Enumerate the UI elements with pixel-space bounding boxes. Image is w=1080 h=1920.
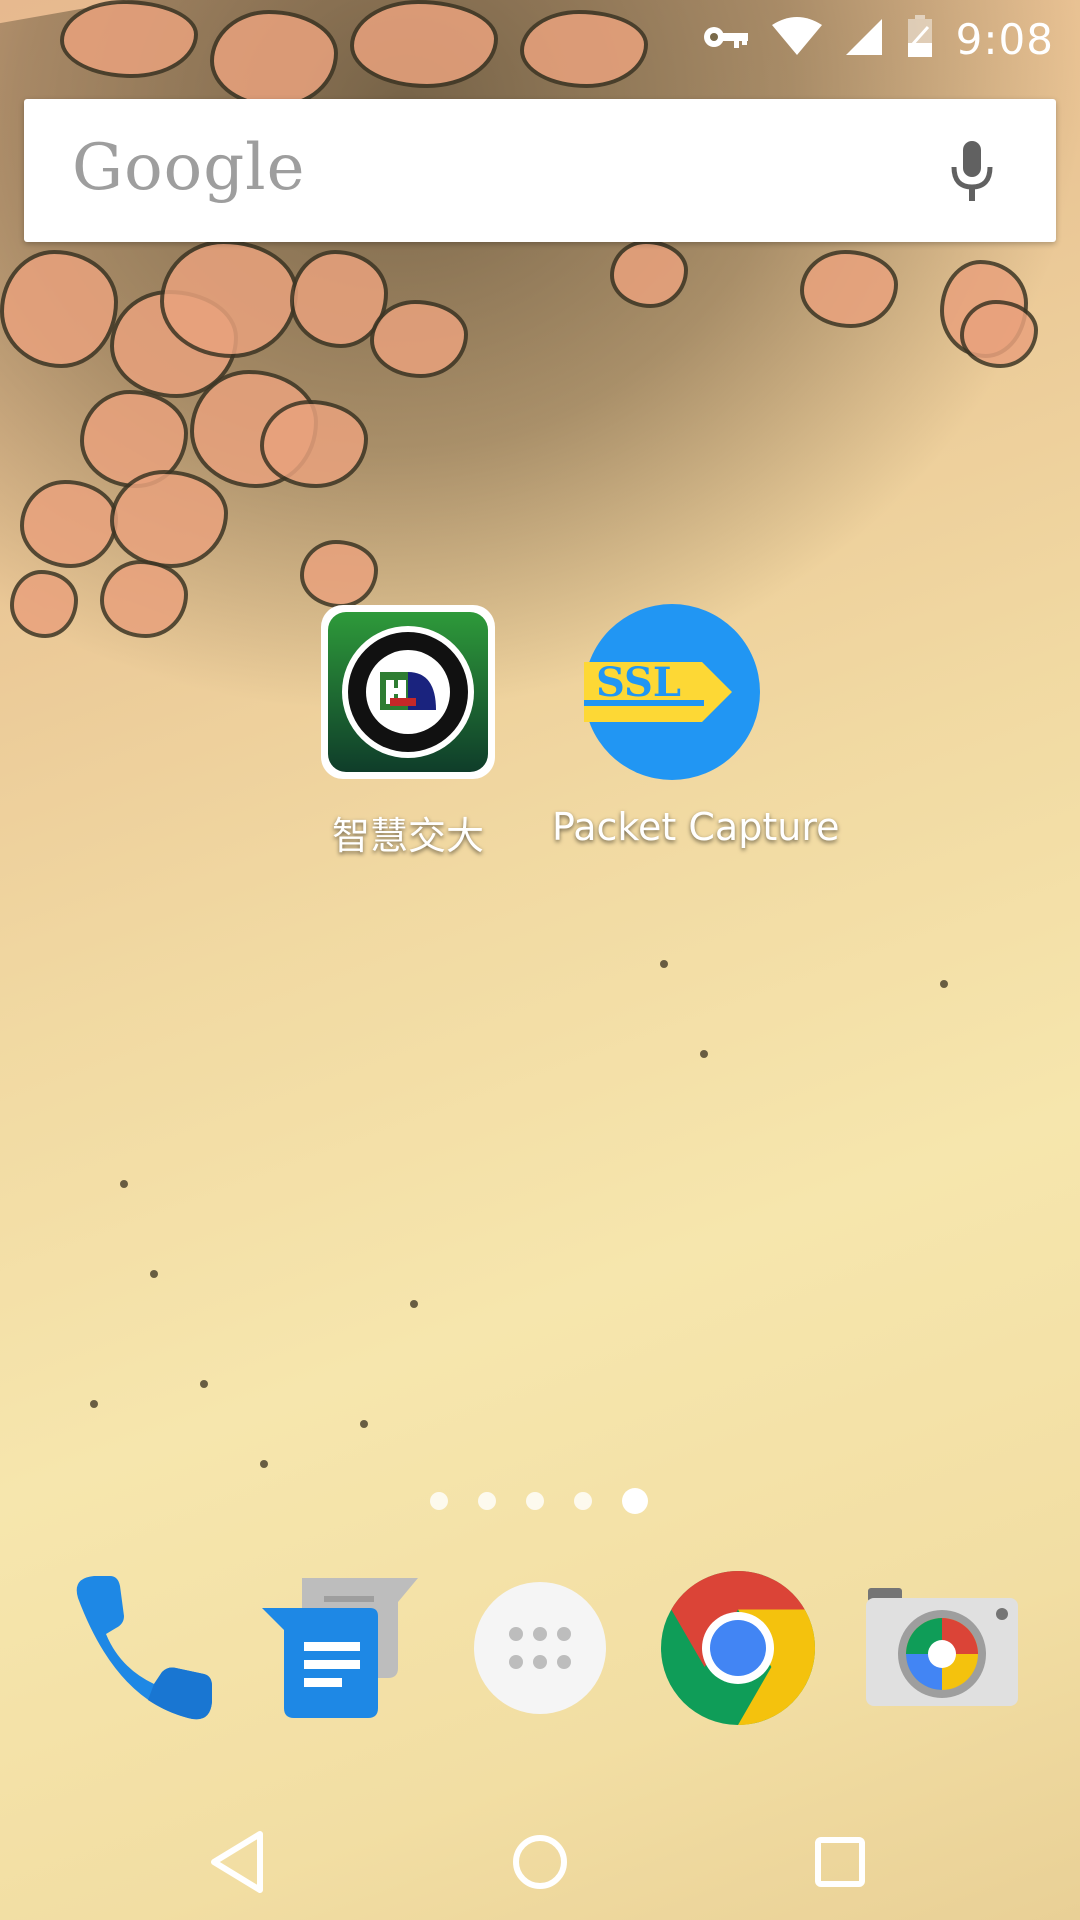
page-dot[interactable] <box>478 1492 496 1510</box>
wifi-icon <box>771 16 822 62</box>
google-search-bar[interactable]: Google <box>24 99 1056 242</box>
dock-app-drawer-button[interactable] <box>460 1568 620 1728</box>
dock-messages-button[interactable] <box>258 1568 418 1728</box>
app-label: 智慧交大 <box>331 814 484 858</box>
ssl-packet-capture-icon: SSL <box>552 602 792 787</box>
wallpaper-speck <box>90 1400 98 1408</box>
back-icon[interactable] <box>200 1822 280 1902</box>
wallpaper-speck <box>660 960 668 968</box>
page-dot-active[interactable] <box>622 1488 648 1514</box>
wallpaper-speck <box>940 980 948 988</box>
app-label: Packet Capture <box>552 805 840 849</box>
page-indicator <box>430 1488 648 1514</box>
page-dot[interactable] <box>526 1492 544 1510</box>
navigation-bar <box>0 1800 1080 1920</box>
dock-phone-button[interactable] <box>58 1568 218 1728</box>
page-dot[interactable] <box>430 1492 448 1510</box>
camera-icon <box>862 1588 1022 1732</box>
wallpaper-speck <box>700 1050 708 1058</box>
wallpaper-speck <box>200 1380 208 1388</box>
wallpaper-speck <box>410 1300 418 1308</box>
phone-icon <box>58 1576 218 1732</box>
dock-camera-button[interactable] <box>862 1568 1022 1728</box>
svg-text:SSL: SSL <box>596 659 681 706</box>
wallpaper-speck <box>120 1180 128 1188</box>
google-logo-text: Google <box>72 131 306 205</box>
home-icon[interactable] <box>500 1822 580 1902</box>
dock-chrome-button[interactable] <box>658 1568 818 1728</box>
wallpaper-speck <box>360 1420 368 1428</box>
ecjtu-university-logo-icon <box>288 602 528 787</box>
messages-icon <box>258 1578 418 1732</box>
status-bar: 9:08 <box>0 0 1080 78</box>
page-dot[interactable] <box>574 1492 592 1510</box>
cell-signal-icon <box>844 17 884 62</box>
battery-icon <box>906 14 934 64</box>
app-zhihui-jiaoda[interactable]: 智慧交大 <box>288 602 528 860</box>
app-drawer-icon <box>460 1582 620 1732</box>
microphone-icon[interactable] <box>942 137 1002 207</box>
chrome-icon <box>658 1571 818 1732</box>
app-packet-capture[interactable]: SSL Packet Capture <box>552 602 840 849</box>
status-time: 9:08 <box>955 14 1054 64</box>
wallpaper-speck <box>150 1270 158 1278</box>
recents-icon[interactable] <box>800 1822 880 1902</box>
wallpaper-speck <box>260 1460 268 1468</box>
vpn-key-icon <box>702 22 750 57</box>
